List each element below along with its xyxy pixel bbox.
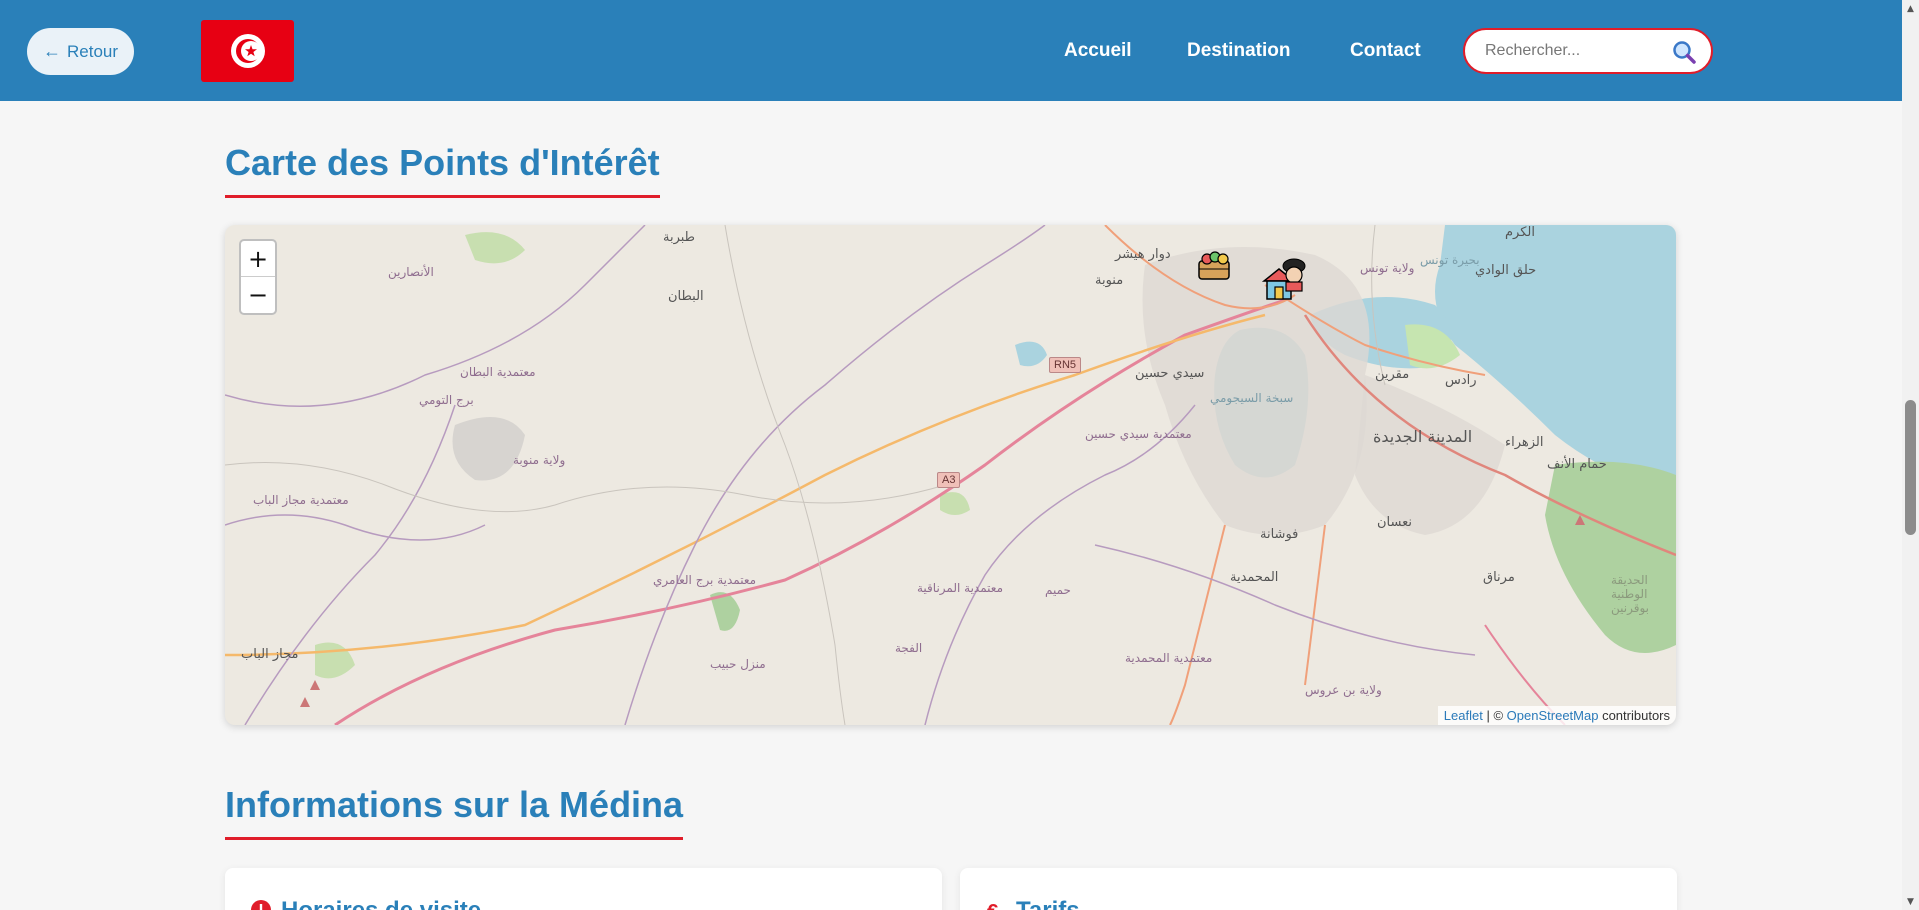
- map-label-hammam-lif: حمام الأنف: [1547, 457, 1607, 472]
- search-input[interactable]: [1485, 42, 1665, 60]
- map-attribution: Leaflet | © OpenStreetMap contributors: [1437, 706, 1676, 725]
- map-label-ansarine: الأنصارين: [388, 265, 434, 279]
- map-section-title: Carte des Points d'Intérêt: [225, 142, 660, 198]
- info-section-title: Informations sur la Médina: [225, 784, 684, 840]
- map-label-el-battane: البطان: [668, 289, 704, 304]
- map-label-el-fejja: الفجة: [895, 641, 923, 655]
- scroll-down-arrow-icon[interactable]: ▼: [1902, 893, 1919, 910]
- road-shield-rn5: RN5: [1049, 357, 1082, 373]
- map-label-fouchana: فوشانة: [1260, 527, 1299, 542]
- map-section-title-text: Carte des Points d'Intérêt: [225, 142, 660, 183]
- map-zoom-control: + −: [239, 239, 277, 315]
- title-underline: [225, 837, 684, 840]
- map-label-delegation-el-battane: معتمدية البطان: [460, 365, 536, 379]
- map-label-menzel-habib: منزل حبيب: [710, 657, 766, 671]
- back-button-label: Retour: [66, 41, 119, 61]
- map-label-tebourba: طبربة: [663, 230, 696, 245]
- search-icon[interactable]: [1671, 39, 1697, 65]
- nav-link-accueil[interactable]: Accueil: [1064, 40, 1132, 62]
- zoom-out-button[interactable]: −: [241, 277, 275, 313]
- attribution-separator: | ©: [1486, 708, 1504, 723]
- map-label-la-goulette: حلق الوادي: [1475, 263, 1537, 278]
- attribution-suffix: contributors: [1602, 708, 1670, 723]
- arrow-left-icon: ←: [42, 41, 61, 61]
- card-title-prices: Tarifs: [1016, 897, 1080, 910]
- zoom-in-button[interactable]: +: [241, 241, 275, 277]
- scroll-up-arrow-icon[interactable]: ▲: [1902, 0, 1919, 17]
- map-label-naassen: نعسان: [1377, 515, 1412, 530]
- info-card-hours: Horaires de visite: [225, 868, 942, 910]
- map-label-manouba: منوبة: [1095, 273, 1124, 288]
- flag-emblem-icon: [230, 34, 265, 68]
- map-label-hmim: حميم: [1045, 583, 1071, 597]
- chef-marker-icon[interactable]: [1275, 255, 1313, 293]
- map-label-ben-arous-governorate: ولاية بن عروس: [1305, 683, 1382, 697]
- road-shield-a3: A3: [937, 472, 961, 488]
- map-label-ezzahra: الزهراء: [1505, 435, 1544, 450]
- title-underline: [225, 195, 660, 198]
- card-title-hours: Horaires de visite: [281, 897, 481, 910]
- map-label-le-kram: الكرم: [1505, 225, 1535, 240]
- nav-link-destination[interactable]: Destination: [1187, 40, 1290, 62]
- page-scrollbar[interactable]: ▲ ▼: [1902, 0, 1919, 910]
- svg-text:€: €: [987, 901, 998, 910]
- openstreetmap-link[interactable]: OpenStreetMap: [1507, 708, 1599, 723]
- map-label-delegation-sidi-hassine: معتمدية سيدي حسين: [1085, 427, 1192, 441]
- map-label-el-mourouj: المدينة الجديدة: [1373, 427, 1473, 446]
- map-label-delegation-borj-el-amri: معتمدية برج العامري: [653, 573, 757, 587]
- map-label-douar-hicher: دوار هيشر: [1115, 247, 1171, 262]
- map-label-manouba-governorate: ولاية منوبة: [513, 453, 566, 467]
- map-label-sebkha-sijoumi: سبخة السيجومي: [1210, 391, 1294, 405]
- map-label-mornag: مرناق: [1483, 570, 1515, 585]
- map-label-delegation-mohamedia: معتمدية المحمدية: [1125, 651, 1213, 665]
- back-button[interactable]: ← Retour: [27, 28, 134, 75]
- map-label-mohamedia: المحمدية: [1230, 570, 1279, 585]
- leaflet-link[interactable]: Leaflet: [1444, 708, 1483, 723]
- map-label-delegation-mornaguia: معتمدية المرناقية: [917, 581, 1003, 595]
- map-label-medjez-el-bab: مجاز الباب: [241, 647, 299, 662]
- map-label-sidi-hassine: سيدي حسين: [1135, 366, 1205, 381]
- points-of-interest-map[interactable]: طبربة البطان الأنصارين معتمدية البطان بر…: [225, 225, 1676, 725]
- map-label-rades: رادس: [1445, 373, 1477, 388]
- scrollbar-thumb[interactable]: [1905, 400, 1916, 535]
- euro-icon: €: [987, 901, 998, 910]
- tunisia-flag-logo[interactable]: [201, 20, 294, 82]
- map-label-borj-toumi: برج التومي: [419, 393, 474, 407]
- info-section-title-text: Informations sur la Médina: [225, 784, 684, 825]
- alert-circle-icon: [251, 900, 271, 910]
- market-marker-icon[interactable]: [1195, 245, 1233, 283]
- map-label-lake-tunis: بحيرة تونس: [1420, 253, 1480, 267]
- map-label-boukornine-park: الحديقة الوطنية بوقرنين: [1611, 573, 1649, 615]
- info-card-prices: € Tarifs: [960, 868, 1677, 910]
- map-label-tunis-governorate: ولاية تونس: [1360, 261, 1415, 275]
- nav-link-contact[interactable]: Contact: [1350, 40, 1421, 62]
- map-label-delegation-medjez-el-bab: معتمدية مجاز الباب: [253, 493, 349, 507]
- search-box: [1463, 28, 1713, 74]
- map-label-megrine: مقرين: [1375, 367, 1410, 382]
- top-navbar: ← Retour Accueil Destination Contact: [0, 0, 1919, 101]
